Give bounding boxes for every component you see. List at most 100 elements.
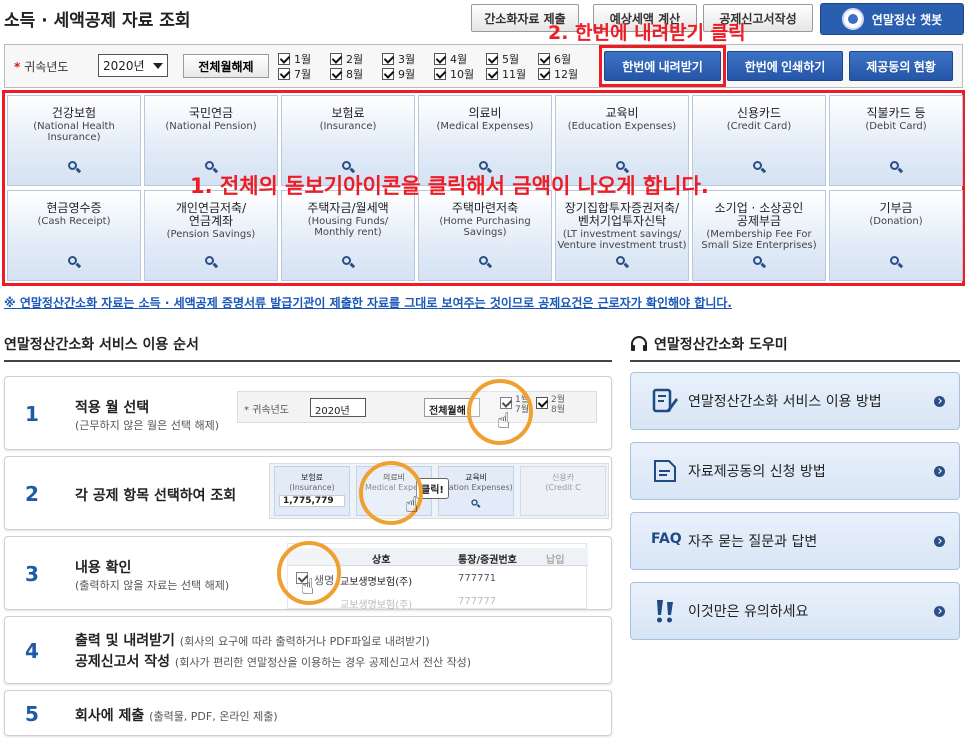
category-label: 장기집합투자증권저축/ 벤처기업투자신탁 <box>564 201 680 228</box>
helper-consent-guide-button[interactable]: 자료제공동의 신청 방법 <box>630 442 960 500</box>
category-label: 주택마련저축 <box>451 201 519 215</box>
month-checkboxes: 1월 2월 3월 4월 5월 6월 7월 8월 9월 10월 11월 12월 <box>278 52 588 82</box>
faq-icon: FAQ <box>651 531 682 547</box>
month-checkbox-8[interactable]: 8월 <box>330 67 382 81</box>
search-icon[interactable] <box>616 161 625 170</box>
month-checkbox-6[interactable]: 6월 <box>538 52 590 66</box>
search-icon[interactable] <box>68 161 77 170</box>
document-icon <box>651 457 679 485</box>
search-icon[interactable] <box>342 161 351 170</box>
category-english-label: (Home Purchasing Savings) <box>439 216 531 238</box>
category-english-label: (Pension Savings) <box>166 229 256 240</box>
search-icon[interactable] <box>890 256 899 265</box>
category-label: 직불카드 등 <box>866 106 926 120</box>
month-checkbox-3[interactable]: 3월 <box>382 52 434 66</box>
guide-step-5: 5 회사에 제출 (출력물, PDF, 온라인 제출) <box>4 690 612 736</box>
pointer-hand-icon: ☝ <box>301 575 315 600</box>
month-checkbox-11[interactable]: 11월 <box>486 67 538 81</box>
guide-step-4: 4 출력 및 내려받기 (회사의 요구에 따라 출력하거나 PDF파일로 내려받… <box>4 616 612 684</box>
search-icon[interactable] <box>890 161 899 170</box>
edit-icon <box>651 387 679 415</box>
helper-usage-guide-button[interactable]: 연말정산간소화 서비스 이용 방법 <box>630 372 960 430</box>
category-label: 국민연금 <box>188 106 234 120</box>
month-checkbox-10[interactable]: 10월 <box>434 67 486 81</box>
chevron-right-icon <box>934 466 945 477</box>
search-icon[interactable] <box>616 256 625 265</box>
year-label: * 귀속년도 <box>14 60 69 74</box>
month-checkbox-1[interactable]: 1월 <box>278 52 330 66</box>
category-tile[interactable]: 현금영수증 (Cash Receipt) <box>7 190 141 281</box>
search-icon[interactable] <box>753 256 762 265</box>
category-label: 소기업 · 소상공인 공제부금 <box>714 201 804 228</box>
guide-step-1: 1 적용 월 선택 (근무하지 않은 월은 선택 해제) * 귀속년도 2020년… <box>4 376 612 450</box>
guide-step-2: 2 각 공제 항목 선택하여 조회 보험료 (Insurance) 1,775,77… <box>4 456 612 530</box>
guide-step-3: 3 내용 확인 (출력하지 않을 자료는 선택 해제) 상호 통장/증권번호 납입… <box>4 536 612 611</box>
search-icon[interactable] <box>479 256 488 265</box>
chatbot-icon <box>841 8 864 30</box>
category-english-label: (Donation) <box>869 216 923 227</box>
category-tile[interactable]: 장기집합투자증권저축/ 벤처기업투자신탁 (LT investment savin… <box>555 190 689 281</box>
month-checkbox-2[interactable]: 2월 <box>330 52 382 66</box>
chevron-right-icon <box>934 606 945 617</box>
category-label: 교육비 <box>605 106 639 120</box>
helper-caution-button[interactable]: 이것만은 유의하세요 <box>630 582 960 640</box>
search-icon[interactable] <box>68 256 77 265</box>
guide-divider <box>4 360 612 362</box>
category-label: 건강보험 <box>51 106 97 120</box>
month-checkbox-4[interactable]: 4월 <box>434 52 486 66</box>
annotation-step2: 2. 한번에 내려받기 클릭 <box>548 22 746 44</box>
year-select[interactable]: 2020년 <box>98 54 168 77</box>
helper-divider <box>630 360 960 362</box>
month-checkbox-12[interactable]: 12월 <box>538 67 590 81</box>
search-icon[interactable] <box>753 161 762 170</box>
search-icon[interactable] <box>342 256 351 265</box>
helper-title: 연말정산간소화 도우미 <box>630 334 788 354</box>
category-english-label: (Membership Fee For Small Size Enterpris… <box>701 229 817 251</box>
category-english-label: (Education Expenses) <box>567 121 677 132</box>
category-label: 신용카드 <box>736 106 782 120</box>
provider-consent-button[interactable]: 제공동의 현황 <box>849 51 953 81</box>
step1-illustration: * 귀속년도 2020년 전체월해 1월 7월 2월 8월 <box>237 391 597 423</box>
category-english-label: (National Health Insurance) <box>33 121 115 143</box>
search-icon[interactable] <box>479 161 488 170</box>
month-checkbox-7[interactable]: 7월 <box>278 67 330 81</box>
category-tile[interactable]: 신용카드 (Credit Card) <box>692 95 826 186</box>
month-checkbox-5[interactable]: 5월 <box>486 52 538 66</box>
category-label: 현금영수증 <box>46 201 102 215</box>
chevron-down-icon <box>153 62 163 69</box>
category-tile[interactable]: 직불카드 등 (Debit Card) <box>829 95 963 186</box>
chevron-right-icon <box>934 396 945 407</box>
page-title: 소득 · 세액공제 자료 조회 <box>4 11 191 31</box>
clear-all-months-button[interactable]: 전체월해제 <box>183 54 269 78</box>
category-english-label: (Medical Expenses) <box>436 121 534 132</box>
category-tile[interactable]: 주택자금/월세액 (Housing Funds/ Monthly rent) <box>281 190 415 281</box>
annotation-step1: 1. 전체의 돋보기아이콘을 클릭해서 금액이 나오게 합니다. <box>190 174 709 198</box>
category-label: 보험료 <box>331 106 365 120</box>
category-label: 주택자금/월세액 <box>307 201 389 215</box>
category-english-label: (LT investment savings/ Venture investme… <box>557 229 687 251</box>
print-all-button[interactable]: 한번에 인쇄하기 <box>727 51 843 81</box>
category-english-label: (Housing Funds/ Monthly rent) <box>307 216 389 238</box>
chatbot-button[interactable]: 연말정산 챗봇 <box>820 3 964 35</box>
category-english-label: (Credit Card) <box>726 121 792 132</box>
category-tile[interactable]: 기부금 (Donation) <box>829 190 963 281</box>
chatbot-label: 연말정산 챗봇 <box>871 12 943 27</box>
chevron-right-icon <box>934 536 945 547</box>
month-checkbox-9[interactable]: 9월 <box>382 67 434 81</box>
search-icon[interactable] <box>205 256 214 265</box>
category-english-label: (Debit Card) <box>865 121 927 132</box>
pointer-hand-icon: ☝ <box>405 493 419 518</box>
headset-icon <box>631 336 647 351</box>
download-all-button[interactable]: 한번에 내려받기 <box>604 51 721 81</box>
warning-icon <box>651 597 679 625</box>
pointer-hand-icon: ☝ <box>497 409 511 434</box>
category-tile[interactable]: 주택마련저축 (Home Purchasing Savings) <box>418 190 552 281</box>
helper-faq-button[interactable]: FAQ 자주 묻는 질문과 답변 <box>630 512 960 570</box>
category-label: 기부금 <box>879 201 913 215</box>
guide-title: 연말정산간소화 서비스 이용 순서 <box>4 337 199 353</box>
category-tile[interactable]: 소기업 · 소상공인 공제부금 (Membership Fee For Small… <box>692 190 826 281</box>
category-english-label: (National Pension) <box>165 121 257 132</box>
category-tile[interactable]: 개인연금저축/ 연금계좌 (Pension Savings) <box>144 190 278 281</box>
category-tile[interactable]: 건강보험 (National Health Insurance) <box>7 95 141 186</box>
search-icon[interactable] <box>205 161 214 170</box>
